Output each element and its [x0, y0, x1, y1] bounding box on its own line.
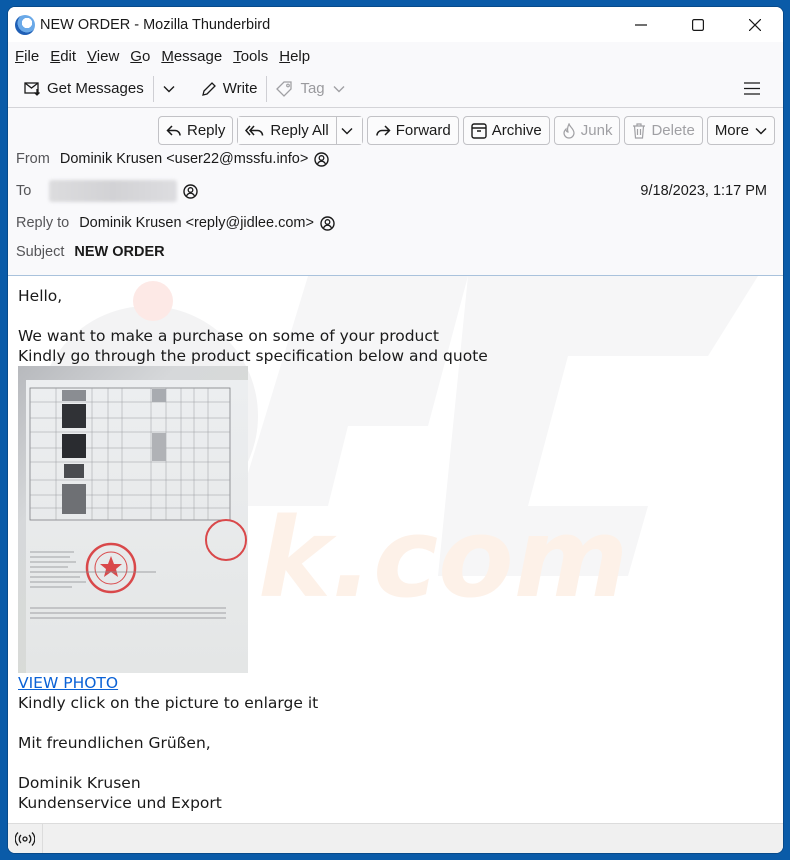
message-actions: Reply Reply All Forward Archive Junk Del…: [158, 116, 775, 145]
message-body: k.com Hello, We want to make a purchase …: [8, 276, 783, 824]
chevron-down-icon: [755, 127, 767, 134]
from-row: From Dominik Krusen <user22@mssfu.info>: [16, 151, 329, 167]
pencil-icon: [201, 81, 216, 96]
more-button[interactable]: More: [706, 116, 775, 145]
svg-text:k.com: k.com: [258, 494, 628, 622]
menu-tools[interactable]: Tools: [233, 48, 268, 65]
greeting: Hello,: [18, 287, 63, 305]
tag-icon: [276, 80, 293, 97]
minimize-icon: [634, 23, 647, 26]
signature-title: Kundenservice und Export: [18, 794, 222, 812]
reply-to-value[interactable]: Dominik Krusen <reply@jidlee.com>: [79, 215, 314, 231]
from-label: From: [16, 151, 50, 167]
from-value[interactable]: Dominik Krusen <user22@mssfu.info>: [60, 151, 308, 167]
subject-value: NEW ORDER: [74, 244, 165, 260]
to-row: To: [16, 180, 199, 202]
close-button[interactable]: [726, 7, 783, 42]
trash-icon: [633, 122, 646, 139]
contact-icon[interactable]: [314, 151, 329, 167]
thunderbird-logo-icon: [15, 14, 35, 35]
reply-icon: [166, 124, 181, 136]
archive-label: Archive: [491, 122, 542, 139]
archive-button[interactable]: Archive: [462, 116, 550, 145]
write-button[interactable]: Write: [196, 74, 263, 104]
maximize-icon: [691, 18, 704, 31]
document-table-illustration: [29, 387, 247, 619]
reply-to-label: Reply to: [16, 215, 70, 231]
reply-to-row: Reply to Dominik Krusen <reply@jidlee.co…: [16, 215, 335, 231]
body-line: Kindly go through the product specificat…: [18, 347, 488, 365]
reply-all-icon: [245, 125, 264, 136]
closing: Mit freundlichen Grüßen,: [18, 734, 211, 752]
redacted-recipient: [49, 180, 178, 202]
minimize-button[interactable]: [612, 7, 669, 42]
title-bar: NEW ORDER - Mozilla Thunderbird: [8, 7, 783, 42]
app-menu-button[interactable]: [739, 74, 771, 104]
delete-button[interactable]: Delete: [624, 116, 703, 145]
online-status-icon: [15, 831, 35, 846]
attachment-image[interactable]: [18, 366, 248, 673]
message-header: Reply Reply All Forward Archive Junk Del…: [8, 108, 783, 276]
message-date: 9/18/2023, 1:17 PM: [640, 183, 767, 199]
get-messages-button[interactable]: Get Messages: [19, 74, 149, 104]
window-title: NEW ORDER - Mozilla Thunderbird: [40, 16, 271, 33]
close-icon: [748, 18, 761, 31]
menu-edit[interactable]: Edit: [50, 48, 76, 65]
reply-button[interactable]: Reply: [158, 116, 234, 145]
body-line: Kindly click on the picture to enlarge i…: [18, 694, 319, 712]
to-label: To: [16, 183, 32, 199]
menu-go[interactable]: Go: [130, 48, 150, 65]
status-bar: [8, 823, 783, 853]
scanned-document: [26, 380, 248, 673]
body-line: We want to make a purchase on some of yo…: [18, 327, 439, 345]
get-messages-label: Get Messages: [47, 80, 144, 97]
chevron-down-icon: [163, 85, 175, 92]
menu-file[interactable]: File: [15, 48, 39, 65]
reply-all-dropdown[interactable]: [335, 117, 362, 144]
chevron-down-icon: [341, 127, 353, 134]
tag-label: Tag: [300, 80, 325, 97]
menu-message[interactable]: Message: [161, 48, 222, 65]
reply-all-split: Reply All: [237, 116, 363, 145]
junk-fire-icon: [563, 122, 575, 139]
menu-view[interactable]: View: [87, 48, 119, 65]
subject-label: Subject: [16, 244, 65, 260]
reply-all-button[interactable]: Reply All: [238, 117, 336, 144]
toolbar-divider: [266, 75, 268, 102]
view-photo-link[interactable]: VIEW PHOTO: [18, 673, 118, 693]
forward-icon: [375, 124, 391, 136]
get-messages-icon: [24, 82, 40, 96]
archive-icon: [471, 122, 487, 139]
toolbar-divider: [152, 75, 154, 102]
chevron-down-icon: [333, 85, 345, 92]
menu-bar: File Edit View Go Message Tools Help: [8, 42, 783, 70]
reply-all-label: Reply All: [270, 122, 329, 139]
menu-help[interactable]: Help: [279, 48, 310, 65]
main-toolbar: Get Messages Write Tag: [8, 70, 783, 108]
write-label: Write: [222, 80, 258, 97]
more-label: More: [714, 122, 749, 139]
subject-row: Subject NEW ORDER: [16, 244, 165, 260]
online-status-button[interactable]: [8, 823, 43, 853]
junk-label: Junk: [580, 122, 613, 139]
forward-button[interactable]: Forward: [366, 116, 459, 145]
maximize-button[interactable]: [669, 7, 726, 42]
contact-icon[interactable]: [183, 183, 199, 199]
get-messages-dropdown[interactable]: [158, 74, 186, 104]
junk-button[interactable]: Junk: [553, 116, 621, 145]
delete-label: Delete: [651, 122, 695, 139]
thunderbird-window: NEW ORDER - Mozilla Thunderbird File Edi…: [8, 7, 783, 853]
signature-name: Dominik Krusen: [18, 774, 141, 792]
hamburger-menu-icon: [744, 82, 760, 95]
tag-button[interactable]: Tag: [271, 74, 349, 104]
contact-icon[interactable]: [320, 215, 335, 231]
forward-label: Forward: [395, 122, 451, 139]
reply-label: Reply: [187, 122, 226, 139]
